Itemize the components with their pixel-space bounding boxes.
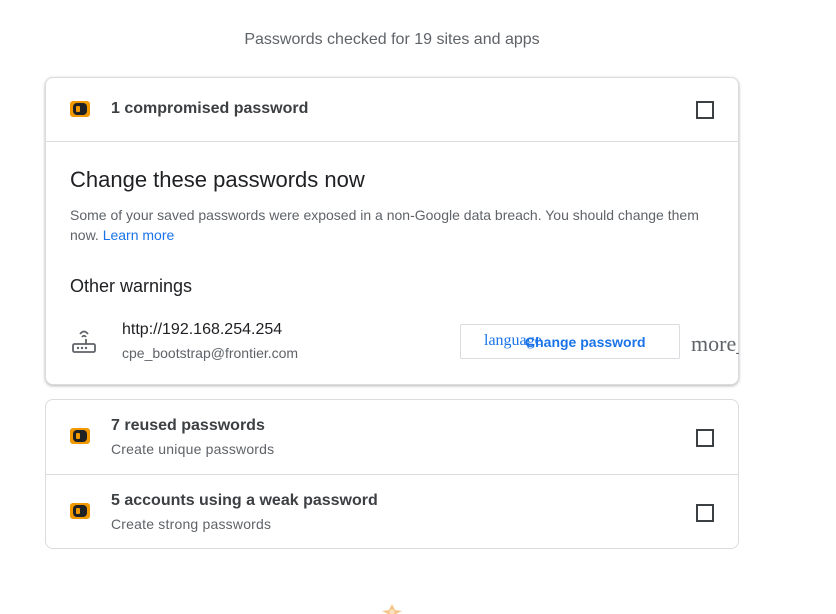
section-title: Change these passwords now: [70, 167, 365, 192]
warning-icon: [70, 101, 90, 117]
compromised-passwords-card: 1 compromised password Change these pass…: [45, 77, 739, 385]
other-issues-card: 7 reused passwords Create unique passwor…: [45, 399, 739, 549]
change-password-button[interactable]: language Change password: [460, 324, 680, 359]
more-vert-icon[interactable]: more_vert: [691, 331, 739, 357]
illustration-icon: [382, 604, 402, 614]
password-checkup-page: Passwords checked for 19 sites and apps …: [0, 0, 836, 614]
compromised-title: 1 compromised password: [111, 100, 309, 117]
checkbox-icon[interactable]: [696, 429, 714, 447]
checkup-summary: Passwords checked for 19 sites and apps: [244, 31, 540, 48]
warning-icon: [70, 428, 90, 444]
checkbox-icon[interactable]: [696, 101, 714, 119]
router-icon: [72, 330, 96, 353]
reused-passwords-row[interactable]: 7 reused passwords Create unique passwor…: [46, 400, 738, 475]
weak-title: 5 accounts using a weak password: [111, 492, 378, 509]
other-warnings-heading: Other warnings: [70, 276, 193, 296]
reused-title: 7 reused passwords: [111, 417, 265, 434]
learn-more-link[interactable]: Learn more: [103, 227, 175, 243]
change-password-label: Change password: [525, 334, 646, 350]
checkbox-icon[interactable]: [696, 504, 714, 522]
section-description: Some of your saved passwords were expose…: [70, 205, 720, 245]
weak-passwords-row[interactable]: 5 accounts using a weak password Create …: [46, 475, 738, 549]
reused-subtitle: Create unique passwords: [111, 441, 275, 457]
weak-subtitle: Create strong passwords: [111, 516, 272, 532]
site-username: cpe_bootstrap@frontier.com: [122, 345, 299, 361]
site-url: http://192.168.254.254: [122, 321, 283, 338]
compromised-header[interactable]: 1 compromised password: [46, 78, 738, 142]
warning-icon: [70, 503, 90, 519]
